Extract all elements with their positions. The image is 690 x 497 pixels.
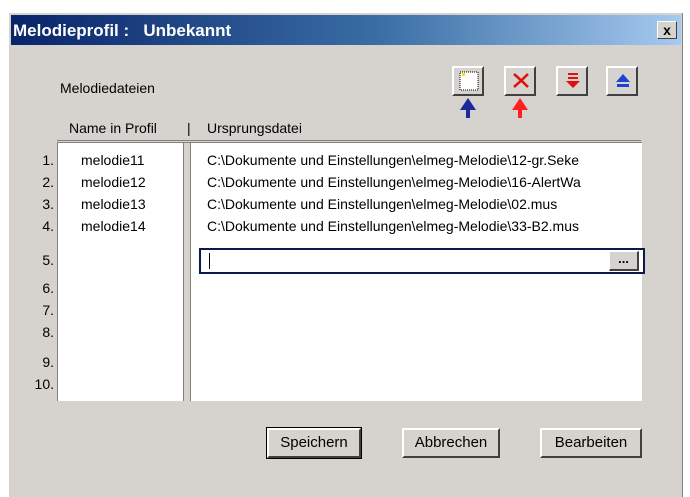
row-source[interactable]: C:\Dokumente und Einstellungen\elmeg-Mel…: [207, 152, 641, 168]
header-separator: |: [187, 120, 191, 136]
text-caret: [209, 253, 210, 269]
list-header: Name in Profil | Ursprungsdatei: [57, 118, 641, 141]
new-file-icon: [459, 71, 479, 91]
row-name[interactable]: melodie12: [81, 174, 146, 190]
row-number: 8.: [42, 324, 54, 340]
header-name[interactable]: Name in Profil: [69, 120, 157, 136]
edit-button[interactable]: Bearbeiten: [540, 428, 642, 458]
save-button[interactable]: Speichern: [266, 427, 362, 459]
row-number: 10.: [34, 376, 54, 392]
move-up-button[interactable]: [606, 66, 638, 96]
row-number: 1.: [42, 152, 54, 168]
row-source[interactable]: C:\Dokumente und Einstellungen\elmeg-Mel…: [207, 218, 641, 234]
cancel-button[interactable]: Abbrechen: [402, 428, 500, 458]
row-number: 2.: [42, 174, 54, 190]
source-edit-field[interactable]: ...: [199, 248, 645, 274]
row-number: 7.: [42, 302, 54, 318]
title-bar[interactable]: Melodieprofil : Unbekannt x: [11, 15, 681, 45]
move-down-button[interactable]: [556, 66, 588, 96]
header-source[interactable]: Ursprungsdatei: [207, 120, 302, 136]
row-source[interactable]: C:\Dokumente und Einstellungen\elmeg-Mel…: [207, 196, 641, 212]
move-up-icon: [616, 74, 630, 87]
row-number: 4.: [42, 218, 54, 234]
column-divider: [183, 143, 191, 401]
row-source[interactable]: C:\Dokumente und Einstellungen\elmeg-Mel…: [207, 174, 641, 190]
row-number: 9.: [42, 354, 54, 370]
row-number: 5.: [42, 252, 54, 268]
delete-entry-button[interactable]: [504, 66, 536, 96]
delete-icon: [513, 73, 529, 88]
row-name[interactable]: melodie11: [81, 152, 145, 168]
row-number: 3.: [42, 196, 54, 212]
window-title: Melodieprofil : Unbekannt: [13, 21, 232, 40]
new-entry-button[interactable]: [452, 66, 484, 96]
close-button[interactable]: x: [657, 21, 677, 39]
section-label: Melodiedateien: [60, 80, 155, 96]
move-down-icon: [566, 73, 580, 88]
row-name[interactable]: melodie13: [81, 196, 146, 212]
row-name[interactable]: melodie14: [81, 218, 146, 234]
row-number: 6.: [42, 280, 54, 296]
browse-button[interactable]: ...: [609, 251, 639, 271]
